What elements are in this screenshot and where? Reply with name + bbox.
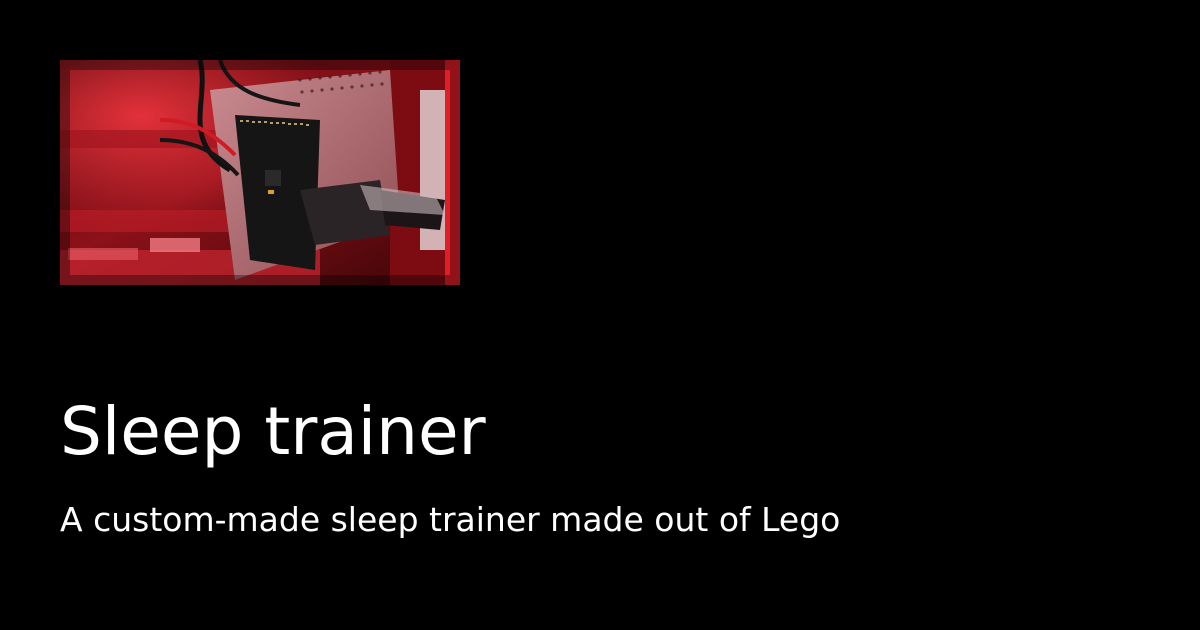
page-title: Sleep trainer xyxy=(60,393,486,470)
page-subtitle: A custom-made sleep trainer made out of … xyxy=(60,500,841,539)
share-card: Sleep trainer A custom-made sleep traine… xyxy=(0,0,1200,630)
project-photo-illustration xyxy=(60,60,460,285)
project-photo xyxy=(60,60,460,285)
